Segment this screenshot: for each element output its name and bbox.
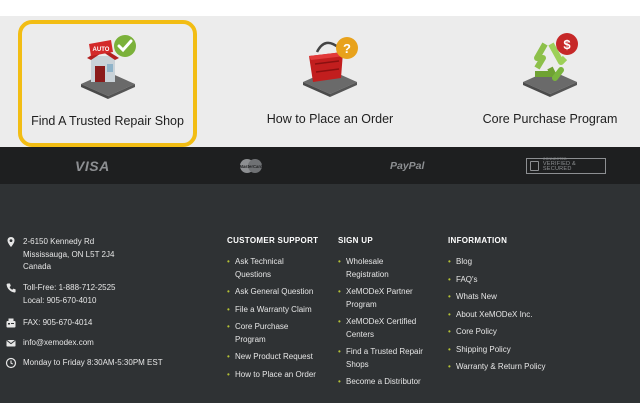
bullet-icon: • (227, 352, 230, 361)
contact-phone: Toll-Free: 1-888-712-2525 Local: 905-670… (5, 282, 116, 307)
list-item[interactable]: • Blog (448, 256, 578, 269)
feature-label: Core Purchase Program (482, 112, 618, 126)
email-icon (6, 340, 16, 347)
secured-box: CONNECTED VERIFIED & SECURED (526, 157, 606, 174)
list-item[interactable]: • How to Place an Order (227, 369, 337, 382)
mastercard-icon: MasterCard (239, 158, 263, 173)
tollfree-phone[interactable]: Toll-Free: 1-888-712-2525 (23, 282, 116, 295)
column-title: CUSTOMER SUPPORT (227, 236, 319, 245)
shopping-basket-icon: ? (303, 37, 358, 97)
bullet-icon: • (448, 362, 451, 371)
dollar-badge-text: $ (563, 37, 571, 52)
mastercard-logo: MasterCard (238, 147, 264, 184)
list-item[interactable]: • Become a Distributor (338, 376, 438, 389)
list-item[interactable]: • Ask General Question (227, 286, 337, 299)
list-item[interactable]: • Wholesale Registration (338, 256, 438, 281)
lock-icon (530, 160, 539, 171)
feature-band: AUTO Find A Trusted Repair Shop ? How to… (0, 16, 640, 147)
footer: 2-6150 Kennedy Rd Mississauga, ON L5T 2J… (0, 184, 640, 403)
contact-fax: FAX: 905-670-4014 (5, 317, 92, 330)
bullet-icon: • (227, 257, 230, 266)
bullet-icon: • (227, 304, 230, 314)
local-phone[interactable]: Local: 905-670-4010 (23, 295, 116, 308)
bullet-icon: • (448, 274, 451, 284)
fax-number: FAX: 905-670-4014 (23, 318, 93, 327)
secured-text: VERIFIED & SECURED (542, 160, 576, 173)
contact-email: info@xemodex.com (5, 337, 94, 350)
feature-core-purchase[interactable]: $ Core Purchase Program (470, 16, 630, 147)
repair-shop-icon: AUTO (80, 35, 136, 99)
page: AUTO Find A Trusted Repair Shop ? How to… (0, 0, 640, 403)
auto-sign-text: AUTO (92, 47, 109, 53)
address-line2: Mississauga, ON L5T 2J4 (23, 249, 115, 259)
phone-icon (6, 283, 16, 293)
bullet-icon: • (227, 287, 230, 296)
business-hours: Monday to Friday 8:30AM-5:30PM EST (23, 358, 163, 367)
verified-secured-badge: CONNECTED VERIFIED & SECURED (526, 147, 606, 184)
list-item[interactable]: • New Product Request (227, 351, 337, 364)
signup-links: • Wholesale Registration • XeMODeX Partner P… (338, 256, 438, 389)
bullet-icon: • (338, 347, 341, 356)
bullet-icon: • (448, 257, 451, 266)
list-item[interactable]: • Find a Trusted Repair Shops (338, 346, 438, 371)
location-pin-icon (7, 237, 15, 247)
visa-logo: VISA (75, 157, 110, 174)
bullet-icon: • (338, 257, 341, 266)
list-item[interactable]: • Whats New (448, 291, 578, 304)
mastercard-text: MasterCard (239, 163, 262, 168)
feature-label: Find A Trusted Repair Shop (31, 114, 184, 128)
feature-place-order[interactable]: ? How to Place an Order (250, 16, 410, 147)
column-title: INFORMATION (448, 236, 508, 245)
email-address[interactable]: info@xemodex.com (23, 337, 94, 350)
bullet-icon: • (448, 327, 451, 336)
bullet-icon: • (448, 292, 451, 301)
column-title: SIGN UP (338, 236, 373, 245)
address-line3: Canada (23, 262, 52, 271)
contact-address: 2-6150 Kennedy Rd Mississauga, ON L5T 2J… (5, 236, 114, 274)
contact-hours: Monday to Friday 8:30AM-5:30PM EST (5, 357, 163, 370)
info-links: • Blog • FAQ's • Whats New • About XeMODeX I… (448, 256, 578, 374)
bullet-icon: • (448, 309, 451, 319)
bullet-icon: • (338, 317, 341, 326)
list-item[interactable]: • XeMODeX Partner Program (338, 286, 438, 311)
list-item[interactable]: • Shipping Policy (448, 344, 578, 357)
bullet-icon: • (448, 344, 451, 354)
clock-icon (5, 357, 17, 369)
payment-strip: VISA MasterCard PayPal CONNECTED VERIFIE… (0, 147, 640, 184)
list-item[interactable]: • Ask Technical Questions (227, 256, 337, 281)
sign-up-column: SIGN UP • Wholesale Registration • XeMODeX … (338, 236, 438, 389)
list-item[interactable]: • Warranty & Return Policy (448, 361, 578, 374)
fax-icon (6, 318, 16, 328)
feature-label: How to Place an Order (266, 112, 394, 126)
list-item[interactable]: • FAQ's (448, 274, 578, 287)
bullet-icon: • (227, 369, 230, 379)
question-badge-text: ? (343, 41, 351, 56)
information-column: INFORMATION • Blog • FAQ's • Whats New • Abo… (448, 236, 578, 374)
feature-find-repair-shop[interactable]: AUTO Find A Trusted Repair Shop (18, 20, 197, 147)
list-item[interactable]: • Core Policy (448, 326, 578, 339)
customer-support-column: CUSTOMER SUPPORT • Ask Technical Questions… (227, 236, 337, 381)
recycle-dollar-icon: $ (523, 33, 578, 97)
list-item[interactable]: • File a Warranty Claim (227, 304, 337, 317)
bullet-icon: • (227, 322, 230, 331)
bullet-icon: • (338, 287, 341, 296)
address-line1: 2-6150 Kennedy Rd (23, 237, 95, 246)
paypal-logo: PayPal (390, 159, 425, 172)
support-links: • Ask Technical Questions • Ask General Que… (227, 256, 337, 381)
list-item[interactable]: • Core Purchase Program (227, 321, 337, 346)
list-item[interactable]: • About XeMODeX Inc. (448, 309, 578, 322)
list-item[interactable]: • XeMODeX Certified Centers (338, 316, 438, 341)
bullet-icon: • (338, 377, 341, 386)
